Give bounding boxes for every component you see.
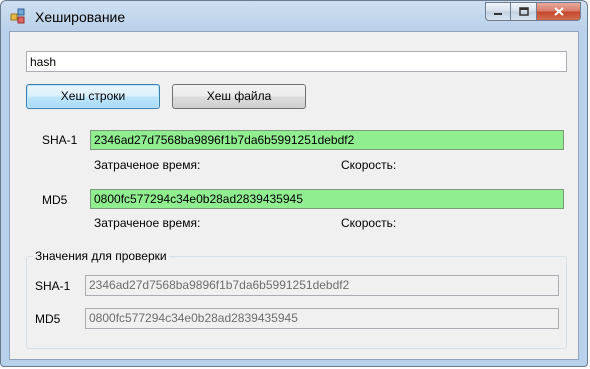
md5-hash-field[interactable]: 0800fc577294c34e0b28ad2839435945 <box>90 189 564 209</box>
check-sha1-field[interactable]: 2346ad27d7568ba9896f1b7da6b5991251debdf2 <box>85 275 559 296</box>
hash-file-button[interactable]: Хеш файла <box>172 84 306 109</box>
minimize-icon <box>493 5 503 19</box>
check-group-title: Значения для проверки <box>33 249 169 263</box>
sha1-time-label: Затраченое время: <box>94 158 201 172</box>
maximize-button[interactable] <box>511 2 537 21</box>
hash-string-button[interactable]: Хеш строки <box>26 84 160 109</box>
close-button[interactable] <box>537 2 581 21</box>
check-values-group: Значения для проверки SHA-1 2346ad27d756… <box>26 249 567 349</box>
minimize-button[interactable] <box>485 2 511 21</box>
text-input[interactable] <box>26 51 567 72</box>
sha1-hash-field[interactable]: 2346ad27d7568ba9896f1b7da6b5991251debdf2 <box>90 130 564 150</box>
client-area: Хеш строки Хеш файла SHA-1 2346ad27d7568… <box>9 31 579 360</box>
md5-label: MD5 <box>42 193 68 207</box>
sha1-speed-label: Скорость: <box>341 158 397 172</box>
app-window: Хеширование Хеш строки Хеш файла SH <box>0 0 588 367</box>
sha1-label: SHA-1 <box>42 133 78 147</box>
check-sha1-label: SHA-1 <box>35 279 71 293</box>
window-title: Хеширование <box>35 9 126 25</box>
check-md5-field[interactable]: 0800fc577294c34e0b28ad2839435945 <box>85 308 559 329</box>
maximize-icon <box>518 5 529 19</box>
title-bar[interactable]: Хеширование <box>1 1 587 31</box>
md5-speed-label: Скорость: <box>341 216 397 230</box>
check-md5-label: MD5 <box>35 312 61 326</box>
close-icon <box>553 5 564 19</box>
app-icon <box>10 8 26 24</box>
md5-time-label: Затраченое время: <box>94 216 201 230</box>
